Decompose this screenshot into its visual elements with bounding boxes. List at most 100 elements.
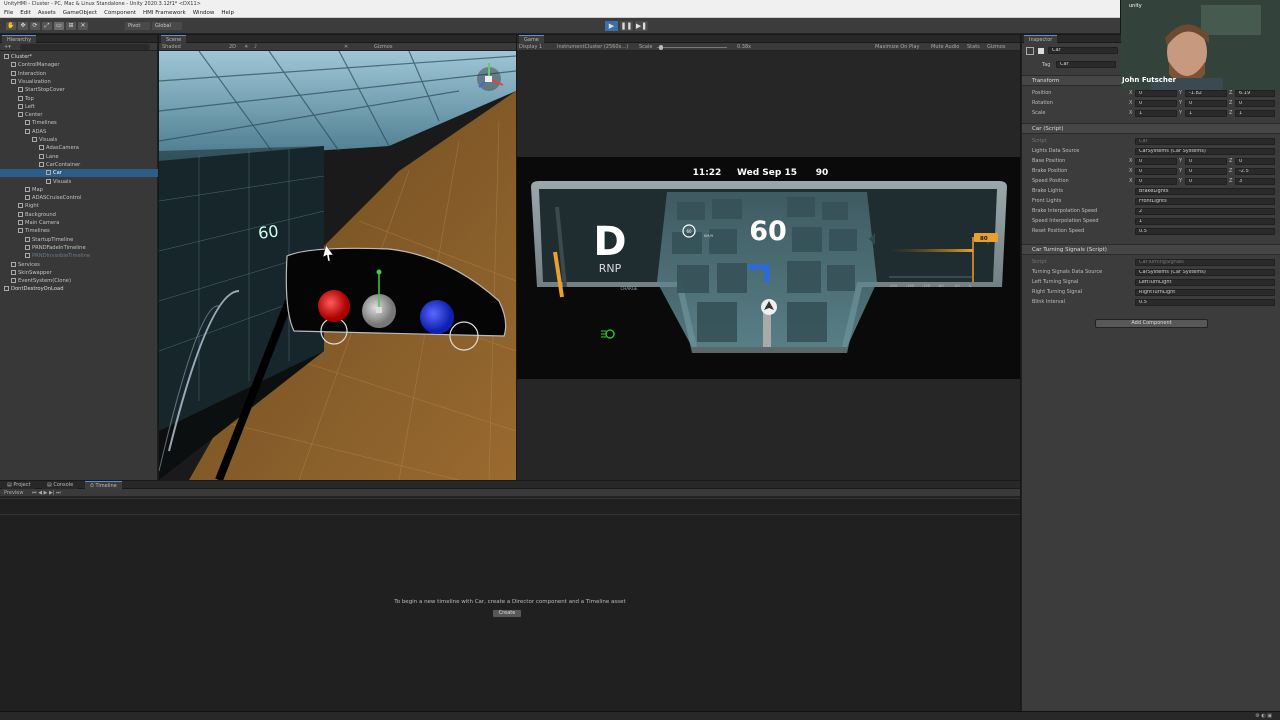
right-turning-field[interactable]: RightTurnLight bbox=[1135, 288, 1275, 296]
hierarchy-item[interactable]: Services bbox=[0, 261, 158, 269]
reset-position-speed-field[interactable]: 0.5 bbox=[1135, 227, 1275, 235]
front-lights-field[interactable]: FrontLights bbox=[1135, 197, 1275, 205]
hierarchy-item[interactable]: Right bbox=[0, 202, 158, 210]
hierarchy-item[interactable]: Visuals bbox=[0, 136, 158, 144]
menu-gameobject[interactable]: GameObject bbox=[63, 9, 97, 17]
position-z[interactable]: 6.19 bbox=[1235, 89, 1275, 97]
position-y[interactable]: -1.82 bbox=[1185, 89, 1227, 97]
brake-interpolation-field[interactable]: 2 bbox=[1135, 207, 1275, 215]
turning-signals-header[interactable]: Car Turning Signals (Script) bbox=[1022, 244, 1280, 255]
menu-window[interactable]: Window bbox=[193, 9, 215, 17]
rotation-y[interactable]: 0 bbox=[1185, 99, 1227, 107]
scale-slider[interactable] bbox=[657, 46, 727, 48]
hierarchy-item[interactable]: EventSystem(Clone) bbox=[0, 277, 158, 285]
hierarchy-item[interactable]: Lane bbox=[0, 153, 158, 161]
rect-tool-icon[interactable]: ▭ bbox=[54, 22, 64, 30]
maximize-on-play-toggle[interactable]: Maximize On Play bbox=[875, 43, 919, 51]
hierarchy-item[interactable]: Main Camera bbox=[0, 219, 158, 227]
speed-z[interactable]: 3 bbox=[1235, 177, 1275, 185]
hierarchy-item[interactable]: AdasCamera bbox=[0, 144, 158, 152]
custom-tool-icon[interactable]: ✕ bbox=[78, 22, 88, 30]
mute-audio-toggle[interactable]: Mute Audio bbox=[931, 43, 959, 51]
tab-game[interactable]: Game bbox=[519, 35, 544, 43]
left-turning-field[interactable]: LeftTurnLight bbox=[1135, 278, 1275, 286]
hierarchy-item[interactable]: Interaction bbox=[0, 70, 158, 78]
object-name-field[interactable]: Car bbox=[1048, 47, 1118, 54]
tab-console[interactable]: ▤ Console bbox=[42, 481, 79, 489]
display-dropdown[interactable]: Display 1 bbox=[519, 43, 542, 51]
stats-toggle[interactable]: Stats bbox=[967, 43, 980, 51]
hierarchy-item[interactable]: StartupTimeline bbox=[0, 236, 158, 244]
add-component-button[interactable]: Add Component bbox=[1095, 319, 1208, 328]
hierarchy-item[interactable]: Timelines bbox=[0, 227, 158, 235]
timeline-play-controls[interactable]: ⏮ ◀ ▶ ▶| ⏭ bbox=[32, 489, 61, 497]
pivot-toggle[interactable]: Pivot bbox=[125, 22, 150, 30]
speed-x[interactable]: 0 bbox=[1135, 177, 1177, 185]
lighting-toggle-icon[interactable]: ☀ bbox=[244, 43, 248, 51]
position-x[interactable]: 0 bbox=[1135, 89, 1177, 97]
shading-dropdown[interactable]: Shaded bbox=[162, 43, 181, 51]
rotation-x[interactable]: 0 bbox=[1135, 99, 1177, 107]
hand-tool-icon[interactable]: ✋ bbox=[6, 22, 16, 30]
base-y[interactable]: 0 bbox=[1185, 157, 1227, 165]
hierarchy-item[interactable]: Background bbox=[0, 211, 158, 219]
base-x[interactable]: 0 bbox=[1135, 157, 1177, 165]
scale-slider-handle[interactable] bbox=[659, 44, 663, 50]
brake-x[interactable]: 0 bbox=[1135, 167, 1177, 175]
hierarchy-item[interactable]: Top bbox=[0, 95, 158, 103]
tab-project[interactable]: ▤ Project bbox=[2, 481, 36, 489]
menu-component[interactable]: Component bbox=[104, 9, 136, 17]
active-checkbox[interactable] bbox=[1038, 48, 1044, 54]
brake-z[interactable]: -2.5 bbox=[1235, 167, 1275, 175]
brake-lights-field[interactable]: BrakeLights bbox=[1135, 187, 1275, 195]
menu-edit[interactable]: Edit bbox=[20, 9, 31, 17]
status-icons[interactable]: ⚙ ◐ ▣ bbox=[1255, 713, 1272, 719]
scene-tools-icon[interactable]: ✕ bbox=[344, 43, 348, 51]
hierarchy-item[interactable]: Map bbox=[0, 186, 158, 194]
hierarchy-item[interactable]: ADASCruiseControl bbox=[0, 194, 158, 202]
hierarchy-item[interactable]: CarContainer bbox=[0, 161, 158, 169]
audio-toggle-icon[interactable]: ♪ bbox=[254, 43, 257, 51]
lights-data-source-field[interactable]: CarSystems (Car Systems) bbox=[1135, 147, 1275, 155]
scale-z[interactable]: 1 bbox=[1235, 109, 1275, 117]
hierarchy-item[interactable]: Left bbox=[0, 103, 158, 111]
hierarchy-item[interactable]: SkinSwapper bbox=[0, 269, 158, 277]
add-object-icon[interactable]: +▾ bbox=[4, 43, 11, 51]
tab-scene[interactable]: Scene bbox=[161, 35, 187, 43]
speed-position-gizmo[interactable] bbox=[420, 300, 454, 334]
hierarchy-item[interactable]: Visuals bbox=[0, 178, 158, 186]
menu-hmi-framework[interactable]: HMI Framework bbox=[143, 9, 186, 17]
brake-y[interactable]: 0 bbox=[1185, 167, 1227, 175]
rotate-tool-icon[interactable]: ⟳ bbox=[30, 22, 40, 30]
turning-source-field[interactable]: CarSystems (Car Systems) bbox=[1135, 268, 1275, 276]
tab-inspector[interactable]: Inspector bbox=[1024, 35, 1058, 43]
move-tool-icon[interactable]: ✥ bbox=[18, 22, 28, 30]
menu-assets[interactable]: Assets bbox=[38, 9, 56, 17]
tab-hierarchy[interactable]: Hierarchy bbox=[2, 35, 37, 43]
hierarchy-item[interactable]: DontDestroyOnLoad bbox=[0, 285, 158, 293]
tab-timeline[interactable]: ⏱ Timeline bbox=[85, 481, 122, 489]
step-button[interactable]: ▶❚ bbox=[635, 21, 648, 31]
car-script-header[interactable]: Car (Script) bbox=[1022, 123, 1280, 134]
rotation-z[interactable]: 0 bbox=[1235, 99, 1275, 107]
gizmos-dropdown[interactable]: Gizmos bbox=[987, 43, 1005, 51]
pause-button[interactable]: ❚❚ bbox=[620, 21, 633, 31]
hierarchy-item[interactable]: PRNDFadeInTimeline bbox=[0, 244, 158, 252]
play-button[interactable]: ▶ bbox=[605, 21, 618, 31]
hierarchy-item[interactable]: Cluster* bbox=[0, 53, 158, 61]
hierarchy-item[interactable]: Center bbox=[0, 111, 158, 119]
2d-toggle[interactable]: 2D bbox=[229, 43, 236, 51]
scale-y[interactable]: 1 bbox=[1185, 109, 1227, 117]
preview-toggle[interactable]: Preview bbox=[4, 489, 23, 497]
hierarchy-search-input[interactable] bbox=[20, 44, 150, 50]
scale-x[interactable]: 1 bbox=[1135, 109, 1177, 117]
speed-interpolation-field[interactable]: 1 bbox=[1135, 217, 1275, 225]
transform-tool-icon[interactable]: ⊞ bbox=[66, 22, 76, 30]
menu-file[interactable]: File bbox=[4, 9, 13, 17]
base-z[interactable]: 0 bbox=[1235, 157, 1275, 165]
hierarchy-item[interactable]: Timelines bbox=[0, 119, 158, 127]
scale-tool-icon[interactable]: ⤢ bbox=[42, 22, 52, 30]
resolution-dropdown[interactable]: InstrumentCluster (2560x...) bbox=[557, 43, 628, 51]
blink-interval-field[interactable]: 0.5 bbox=[1135, 298, 1275, 306]
create-director-button[interactable]: Create bbox=[492, 609, 522, 618]
